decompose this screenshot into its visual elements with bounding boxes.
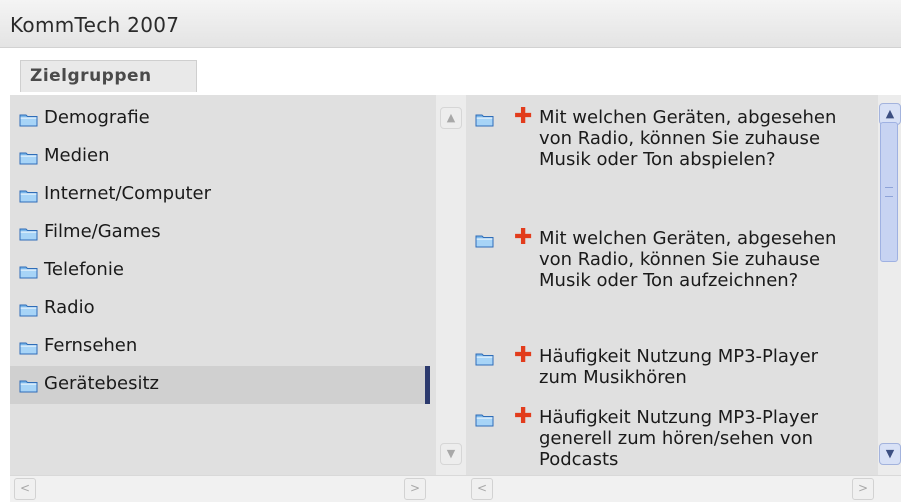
question-text: Häufigkeit Nutzung MP3-Player zum Musikh… — [539, 346, 819, 388]
scroll-up-button[interactable]: ▲ — [440, 107, 462, 129]
category-item-demografie[interactable]: Demografie — [10, 100, 430, 138]
category-label: Telefonie — [44, 259, 124, 280]
tab-zielgruppen[interactable]: Zielgruppen — [20, 60, 197, 92]
plus-icon[interactable]: ✚ — [514, 345, 532, 367]
category-label: Internet/Computer — [44, 183, 212, 204]
category-label: Fernsehen — [44, 335, 138, 356]
question-panel: ✚ Mit welchen Geräten, abgesehen von Rad… — [466, 95, 901, 502]
app-title: KommTech 2007 — [10, 13, 180, 37]
question-text: Mit welchen Geräten, abgesehen von Radio… — [539, 107, 837, 170]
category-label: Filme/Games — [44, 221, 161, 242]
question-item[interactable]: ✚ Mit welchen Geräten, abgesehen von Rad… — [466, 100, 876, 210]
folder-icon — [475, 234, 494, 248]
scroll-right-button[interactable]: > — [404, 478, 426, 500]
scroll-right-button[interactable]: > — [852, 478, 874, 500]
scroll-down-button[interactable]: ▼ — [879, 443, 901, 465]
category-item-radio[interactable]: Radio — [10, 290, 430, 328]
folder-icon — [19, 379, 38, 393]
scroll-left-button[interactable]: < — [471, 478, 493, 500]
category-item-filme-games[interactable]: Filme/Games — [10, 214, 430, 252]
scroll-down-button[interactable]: ▼ — [440, 443, 462, 465]
question-item[interactable]: ✚ Mit welchen Geräten, abgesehen von Rad… — [466, 221, 876, 331]
folder-icon — [19, 227, 38, 241]
folder-icon — [19, 113, 38, 127]
category-item-medien[interactable]: Medien — [10, 138, 430, 176]
scroll-thumb[interactable] — [880, 122, 898, 262]
question-text: Mit welchen Geräten, abgesehen von Radio… — [539, 228, 837, 291]
question-item[interactable]: ✚ Häufigkeit Nutzung MP3-Player generell… — [466, 400, 876, 475]
category-label: Radio — [44, 297, 95, 318]
question-vertical-scrollbar[interactable]: ▲ ▼ — [878, 95, 901, 475]
plus-icon[interactable]: ✚ — [514, 106, 532, 128]
plus-icon[interactable]: ✚ — [514, 227, 532, 249]
category-item-internet-computer[interactable]: Internet/Computer — [10, 176, 430, 214]
tab-bar: Zielgruppen — [0, 48, 901, 95]
folder-icon — [475, 352, 494, 366]
category-item-geraetebesitz[interactable]: Gerätebesitz — [10, 366, 430, 404]
question-horizontal-scrollbar[interactable]: < > — [466, 475, 901, 502]
folder-icon — [19, 303, 38, 317]
category-item-telefonie[interactable]: Telefonie — [10, 252, 430, 290]
category-item-fernsehen[interactable]: Fernsehen — [10, 328, 430, 366]
scroll-left-button[interactable]: < — [14, 478, 36, 500]
question-item[interactable]: ✚ Häufigkeit Nutzung MP3-Player zum Musi… — [466, 339, 876, 399]
category-label: Demografie — [44, 107, 150, 128]
question-text: Häufigkeit Nutzung MP3-Player generell z… — [539, 407, 819, 470]
folder-icon — [19, 341, 38, 355]
folder-icon — [475, 413, 494, 427]
category-list: Demografie Medien Internet/Computer Film… — [10, 95, 430, 475]
app-titlebar: KommTech 2007 — [0, 0, 901, 48]
plus-icon[interactable]: ✚ — [514, 406, 532, 428]
category-vertical-scrollbar[interactable]: ▲ ▼ — [436, 95, 466, 475]
folder-icon — [19, 265, 38, 279]
folder-icon — [19, 189, 38, 203]
category-horizontal-scrollbar[interactable]: < > — [10, 475, 466, 502]
folder-icon — [19, 151, 38, 165]
category-label: Medien — [44, 145, 110, 166]
tab-label: Zielgruppen — [30, 66, 152, 86]
category-panel: Demografie Medien Internet/Computer Film… — [10, 95, 466, 502]
folder-icon — [475, 113, 494, 127]
category-label: Gerätebesitz — [44, 373, 159, 394]
